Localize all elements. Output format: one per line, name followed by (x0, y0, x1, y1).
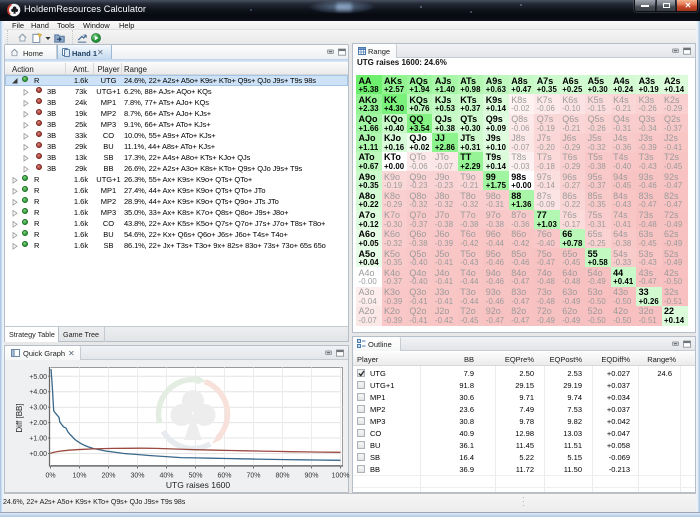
svg-text:90%: 90% (304, 473, 318, 480)
svg-text:20%: 20% (101, 473, 115, 480)
svg-text:10%: 10% (72, 473, 86, 480)
svg-text:50%: 50% (188, 473, 202, 480)
svg-text:+1.00: +1.00 (29, 436, 47, 443)
svg-text:100%: 100% (332, 473, 350, 480)
svg-text:+3.00: +3.00 (29, 405, 47, 412)
svg-text:70%: 70% (246, 473, 260, 480)
svg-text:+0.00: +0.00 (29, 451, 47, 458)
svg-text:UTG raises 1600: UTG raises 1600 (166, 480, 231, 490)
svg-text:0%: 0% (45, 473, 55, 480)
svg-text:40%: 40% (159, 473, 173, 480)
svg-text:+5.00: +5.00 (29, 374, 47, 381)
svg-text:60%: 60% (217, 473, 231, 480)
svg-text:Diff [BB]: Diff [BB] (15, 403, 24, 432)
svg-text:30%: 30% (130, 473, 144, 480)
svg-text:+4.00: +4.00 (29, 389, 47, 396)
svg-text:+2.00: +2.00 (29, 420, 47, 427)
svg-text:80%: 80% (275, 473, 289, 480)
